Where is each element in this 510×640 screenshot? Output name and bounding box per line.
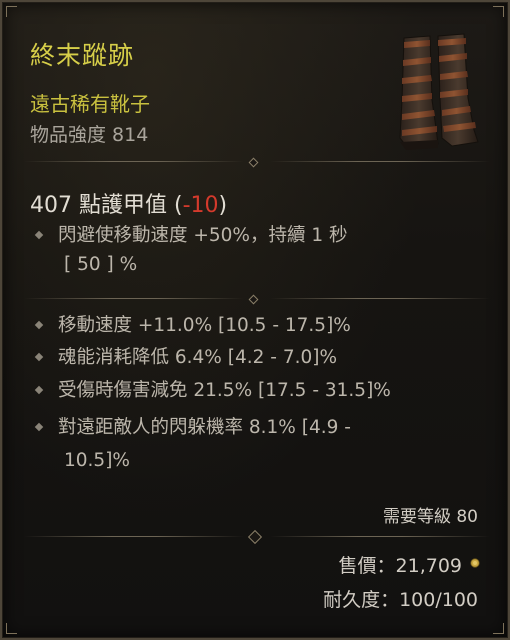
armor-delta: -10 [182,193,219,218]
affix-text: 受傷時傷害減免 21.5% [17.5 - 31.5]% [58,380,391,401]
affix: 魂能消耗降低 6.4% [4.2 - 7.0]% [34,345,338,371]
frame-corner [493,623,504,634]
section-divider [24,155,490,169]
armor-value: 407 點護甲值 (-10) [30,187,227,219]
affix: 受傷時傷害減免 21.5% [17.5 - 31.5]% [34,378,391,404]
armor-delta-close: ) [218,193,228,218]
diamond-bullet-icon [34,320,44,330]
armor-delta-open: ( [174,193,183,218]
implicit-affix-line2: [ 50 ] % [64,254,138,275]
affix-text-cont: 10.5]% [64,450,130,471]
armor-text: 407 點護甲值 [30,193,167,218]
frame-corner [6,623,17,634]
sell-price: 售價：21,709 [338,555,462,577]
diamond-bullet-icon [34,385,44,395]
frame-corner [493,6,504,17]
implicit-affix-line1: 閃避使移動速度 +50%，持續 1 秒 [58,225,348,246]
diamond-bullet-icon [34,352,44,362]
section-divider [24,529,490,545]
gold-coin-icon [470,558,480,568]
durability: 耐久度：100/100 [323,589,478,611]
item-tooltip: 終末蹤跡 遠古稀有靴子 物品強度 814 407 點護甲值 (-10) 閃避使移… [0,0,510,640]
affix: 移動速度 +11.0% [10.5 - 17.5]% [34,313,351,339]
boots-icon [399,33,479,150]
implicit-affix: 閃避使移動速度 +50%，持續 1 秒 [34,223,348,249]
item-power: 物品強度 814 [30,124,149,146]
affix-text: 對遠距敵人的閃躲機率 8.1% [4.9 - [58,417,351,438]
item-type: 遠古稀有靴子 [30,92,150,116]
item-name: 終末蹤跡 [30,41,135,70]
section-divider [24,292,490,306]
diamond-bullet-icon [34,422,44,432]
affix-text: 移動速度 +11.0% [10.5 - 17.5]% [58,315,351,336]
diamond-bullet-icon [34,230,44,240]
frame-corner [6,6,17,17]
level-requirement: 需要等級 80 [382,507,478,527]
affix-text: 魂能消耗降低 6.4% [4.2 - 7.0]% [58,347,338,368]
affix: 對遠距敵人的閃躲機率 8.1% [4.9 - [34,415,351,441]
